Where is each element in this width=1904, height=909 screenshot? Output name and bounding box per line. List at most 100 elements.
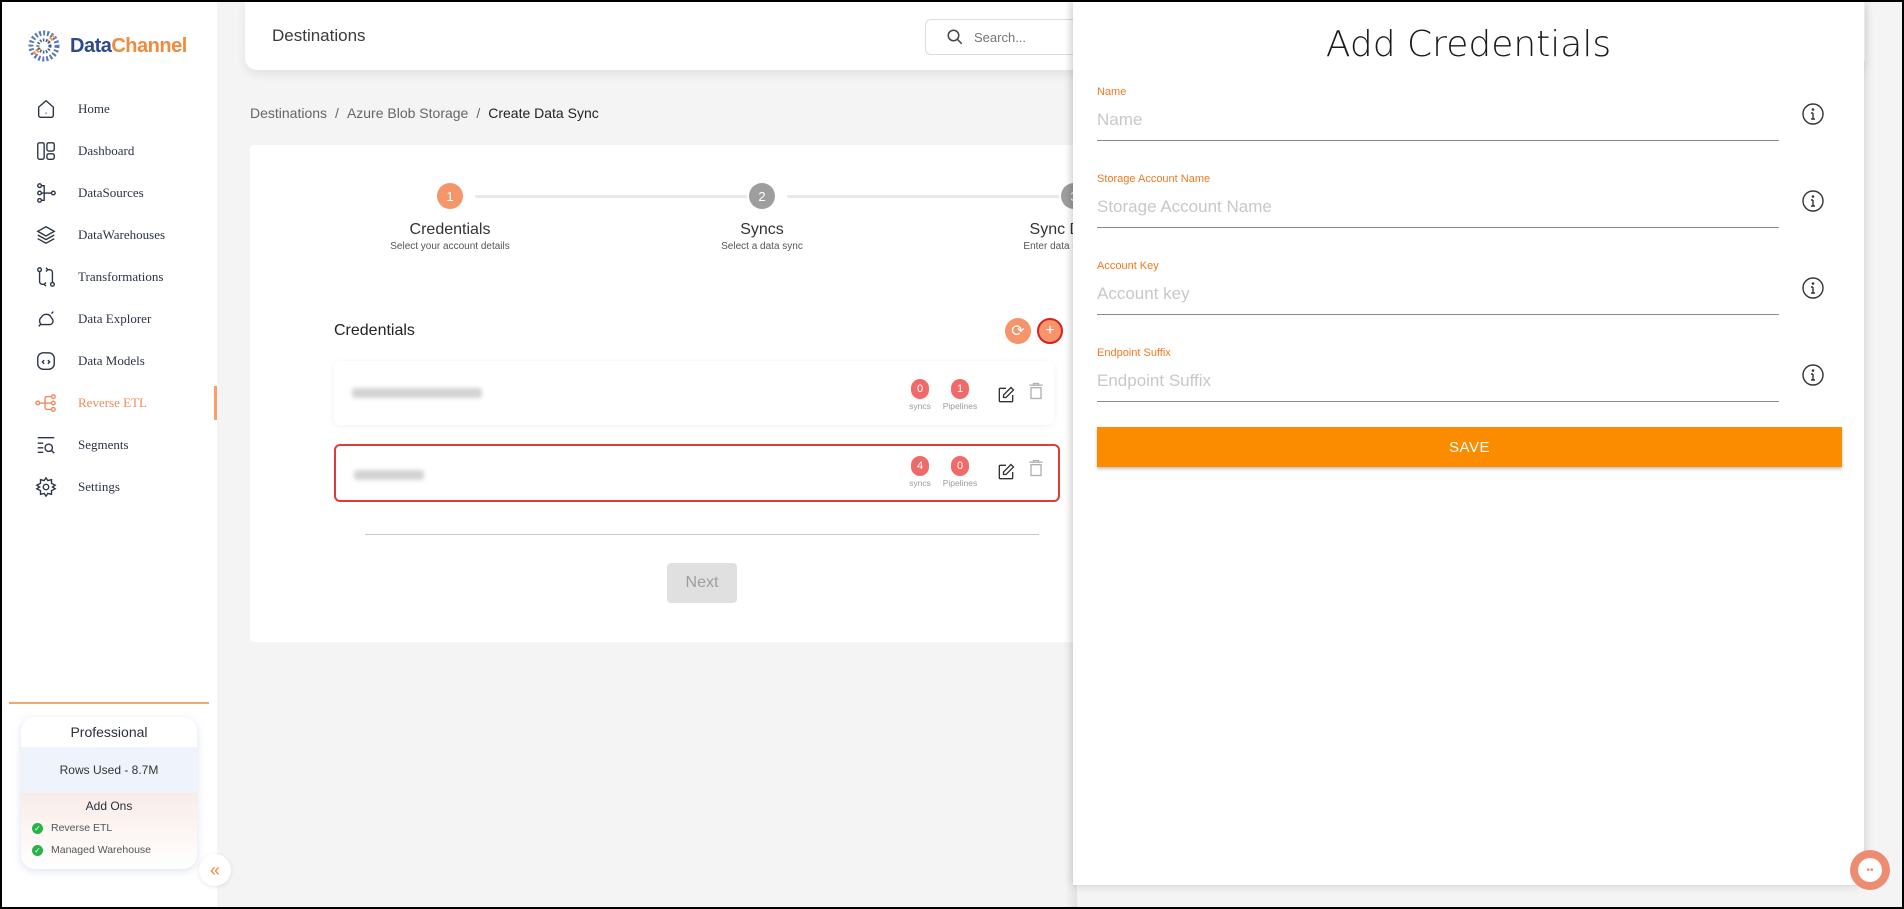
breadcrumb-destinations[interactable]: Destinations: [250, 105, 327, 121]
storage-account-name-field: Storage Account Name: [1097, 173, 1779, 228]
rows-used: Rows Used - 8.7M: [21, 747, 197, 793]
chat-widget-button[interactable]: ••: [1850, 850, 1890, 890]
step-label: Credentials: [409, 221, 491, 238]
collapse-sidebar-button[interactable]: «: [199, 854, 231, 886]
addons-title: Add Ons: [85, 799, 133, 813]
field-label: Account Key: [1097, 260, 1159, 272]
chat-icon: ••: [1858, 858, 1882, 882]
sidebar-item-transformations[interactable]: Transformations: [2, 256, 217, 298]
syncs-label: syncs: [909, 478, 931, 488]
credential-name-redacted: [352, 388, 482, 398]
syncs-count: 0 syncs: [900, 379, 940, 411]
trash-icon: [1029, 459, 1043, 477]
info-icon: [1802, 103, 1824, 125]
field-label: Endpoint Suffix: [1097, 347, 1171, 359]
field-label: Storage Account Name: [1097, 173, 1211, 185]
storage-account-name-input[interactable]: [1097, 193, 1779, 228]
create-data-sync-card: 1 Credentials Select your account detail…: [250, 145, 1150, 642]
field-label: Name: [1097, 86, 1127, 98]
panel-title: Add Credentials: [1325, 24, 1612, 65]
logo-text: DataChannel: [70, 35, 187, 58]
sidebar-item-segments[interactable]: Segments: [2, 424, 217, 466]
breadcrumb-separator: /: [476, 105, 481, 121]
step-syncs[interactable]: 2 Syncs Select a data sync: [662, 183, 862, 252]
edit-icon: [998, 463, 1015, 480]
sidebar-item-data-explorer[interactable]: Data Explorer: [2, 298, 217, 340]
syncs-badge: 0: [911, 379, 929, 399]
sidebar-item-label: Data Models: [78, 353, 145, 368]
sidebar-divider: [9, 702, 209, 704]
explorer-icon: [34, 307, 58, 331]
step-sub: Select a data sync: [721, 241, 803, 252]
delete-button[interactable]: [1026, 458, 1046, 480]
pipelines-badge: 0: [951, 456, 969, 476]
check-circle-icon: ✓: [32, 822, 43, 834]
name-input[interactable]: [1097, 106, 1779, 141]
delete-button[interactable]: [1026, 381, 1046, 403]
segments-icon: [34, 433, 58, 457]
sidebar-item-dashboard[interactable]: Dashboard: [2, 130, 217, 172]
add-credential-button[interactable]: +: [1037, 318, 1063, 344]
trash-icon: [1029, 382, 1043, 400]
step-sub: Select your account details: [390, 241, 510, 252]
home-icon: [34, 97, 58, 121]
sidebar-item-label: DataSources: [78, 185, 144, 200]
endpoint-suffix-field: Endpoint Suffix: [1097, 347, 1779, 402]
pipelines-count: 1 Pipelines: [940, 379, 980, 411]
credential-row-selected[interactable]: 4 syncs 0 Pipelines: [334, 444, 1060, 502]
name-field: Name: [1097, 86, 1779, 141]
plan-card: Professional Rows Used - 8.7M Add Ons ✓ …: [21, 717, 197, 869]
sidebar-item-settings[interactable]: Settings: [2, 466, 217, 508]
account-key-input[interactable]: [1097, 280, 1779, 315]
info-button[interactable]: [1801, 363, 1825, 387]
reverse-etl-icon: [34, 391, 58, 415]
sidebar-item-reverse-etl[interactable]: Reverse ETL: [2, 382, 217, 424]
syncs-badge: 4: [911, 456, 929, 476]
addon-item: ✓ Reverse ETL: [21, 817, 197, 839]
sidebar-nav: Home Dashboard DataSources DataWarehouse…: [2, 88, 217, 508]
pipelines-badge: 1: [951, 379, 969, 399]
breadcrumb-separator: /: [335, 105, 339, 121]
refresh-button[interactable]: ⟳: [1005, 318, 1031, 344]
credential-row[interactable]: 0 syncs 1 Pipelines: [334, 361, 1054, 425]
sidebar-item-label: DataWarehouses: [78, 227, 166, 242]
info-icon: [1802, 277, 1824, 299]
refresh-icon: ⟳: [1011, 323, 1025, 340]
sidebar-item-label: Transformations: [78, 269, 164, 284]
edit-button[interactable]: [996, 385, 1016, 407]
breadcrumb-azure-blob-storage[interactable]: Azure Blob Storage: [347, 105, 468, 121]
code-box-icon: [34, 349, 58, 373]
logo[interactable]: DataChannel: [26, 28, 187, 64]
brand-part1: Data: [70, 34, 112, 57]
layers-icon: [34, 223, 58, 247]
plus-icon: +: [1045, 322, 1055, 339]
syncs-label: syncs: [909, 401, 931, 411]
step-number: 2: [749, 183, 775, 209]
sidebar-item-label: Data Explorer: [78, 311, 152, 326]
check-circle-icon: ✓: [32, 844, 43, 856]
pipelines-count: 0 Pipelines: [940, 456, 980, 488]
save-button[interactable]: SAVE: [1097, 427, 1842, 467]
sidebar-item-home[interactable]: Home: [2, 88, 217, 130]
credential-name-redacted: [354, 470, 424, 480]
edit-button[interactable]: [996, 462, 1016, 484]
app-window: DataChannel Home Dashboard DataSources D…: [2, 2, 1902, 907]
info-button[interactable]: [1801, 189, 1825, 213]
endpoint-suffix-input[interactable]: [1097, 367, 1779, 402]
syncs-count: 4 syncs: [900, 456, 940, 488]
datasources-icon: [34, 181, 58, 205]
transform-icon: [34, 265, 58, 289]
sidebar-item-datawarehouses[interactable]: DataWarehouses: [2, 214, 217, 256]
step-label: Syncs: [740, 221, 784, 238]
info-button[interactable]: [1801, 276, 1825, 300]
info-button[interactable]: [1801, 102, 1825, 126]
divider: [365, 534, 1039, 535]
info-icon: [1802, 190, 1824, 212]
breadcrumb: Destinations / Azure Blob Storage / Crea…: [250, 105, 599, 121]
step-credentials[interactable]: 1 Credentials Select your account detail…: [350, 183, 550, 252]
sidebar-item-data-models[interactable]: Data Models: [2, 340, 217, 382]
gear-icon: [34, 475, 58, 499]
edit-icon: [998, 386, 1015, 403]
next-button[interactable]: Next: [667, 563, 737, 603]
sidebar-item-datasources[interactable]: DataSources: [2, 172, 217, 214]
